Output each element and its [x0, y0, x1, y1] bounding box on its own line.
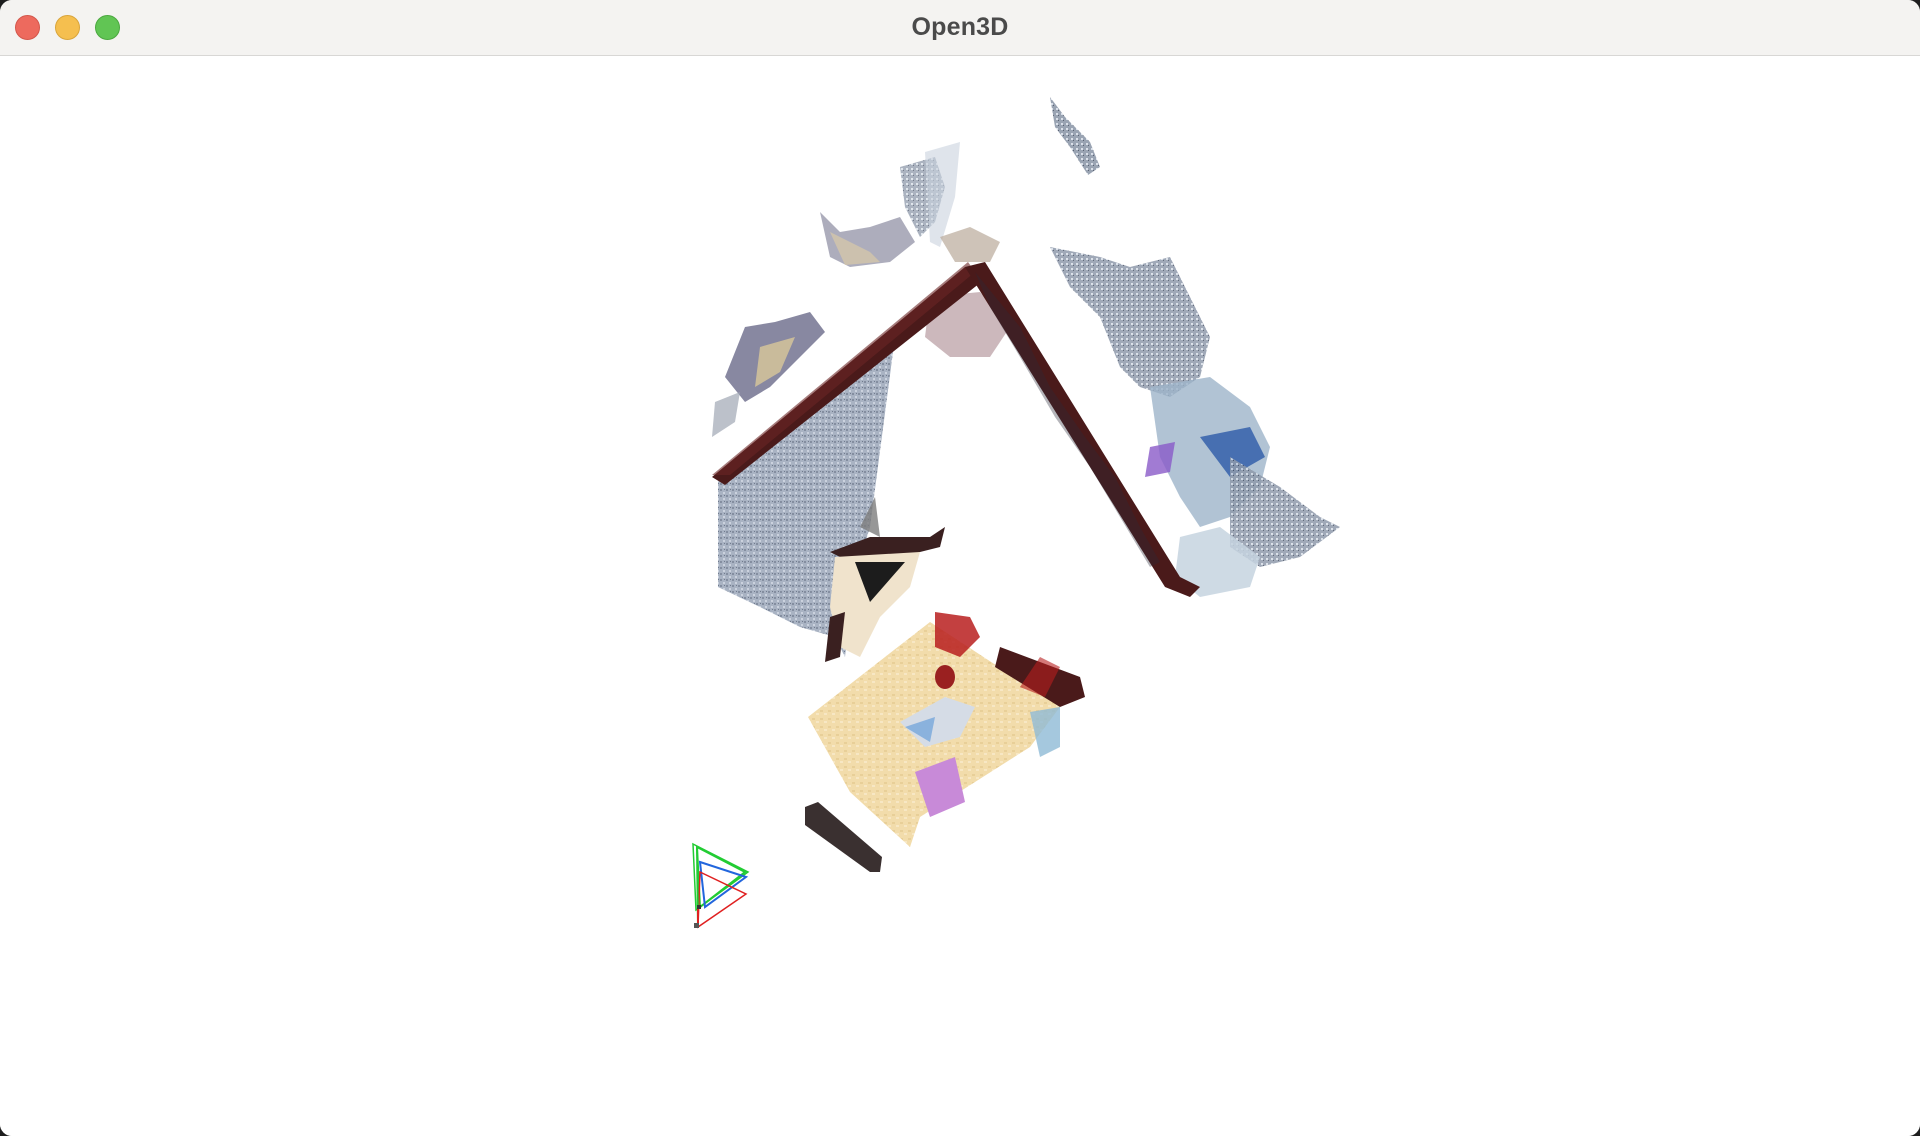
point-cloud-render[interactable] [0, 57, 1920, 1136]
3d-viewport[interactable] [0, 57, 1920, 1136]
open3d-window: Open3D [0, 0, 1920, 1136]
window-title: Open3D [911, 13, 1009, 41]
floor-object [805, 802, 882, 872]
title-bar[interactable]: Open3D [0, 0, 1920, 56]
camera-frustum [692, 842, 750, 929]
